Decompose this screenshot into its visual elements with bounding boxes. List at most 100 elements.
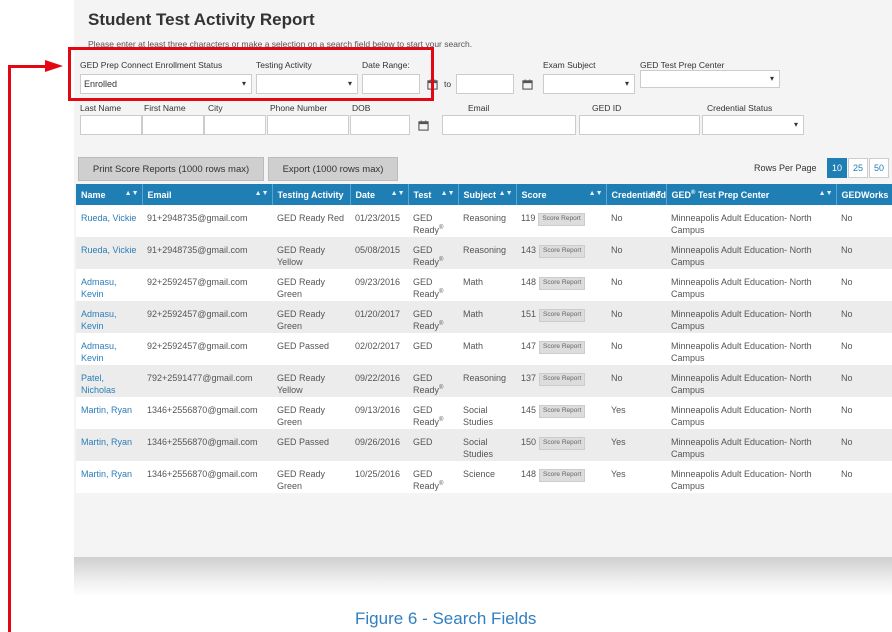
calendar-icon[interactable] [517, 74, 537, 94]
page-title: Student Test Activity Report [88, 10, 315, 29]
cell-test-prep-center: Minneapolis Adult Education- North Campu… [666, 269, 836, 301]
col-header-label: Name [81, 189, 106, 200]
cell-test: GED Ready® [408, 237, 458, 269]
cell-credentialed: No [606, 365, 666, 397]
score-value: 145 [521, 405, 537, 415]
col-header-score[interactable]: Score ▲▼ [516, 184, 607, 205]
col-header-label: Testing Activity [277, 189, 344, 200]
cell-email: 92+2592457@gmail.com [142, 269, 272, 301]
credential-status-select[interactable]: ▾ [702, 115, 804, 135]
cell-test: GED [408, 333, 458, 365]
cell-test-label: GED Ready [413, 277, 440, 300]
col-header-name[interactable]: Name ▲▼ [76, 184, 143, 205]
table-row: Patel, Nicholas 792+2591477@gmail.com GED … [76, 365, 892, 397]
cell-test-prep-center: Minneapolis Adult Education- North Campu… [666, 333, 836, 365]
cell-test: GED Ready® [408, 397, 458, 429]
cell-gedworks: No [836, 237, 892, 269]
cell-subject: Reasoning [458, 205, 516, 237]
email-input[interactable] [442, 115, 576, 135]
col-header-label: Date [355, 189, 376, 200]
registered-mark: ® [439, 321, 444, 328]
col-header-testing-activity[interactable]: Testing Activity [272, 184, 351, 205]
cell-name[interactable]: Admasu, Kevin [76, 269, 142, 301]
exam-subject-label: Exam Subject [543, 60, 596, 70]
col-header-credentialed[interactable]: Credentialed ▲▼ [606, 184, 667, 205]
cell-test-label: GED Ready [413, 309, 440, 332]
cell-name[interactable]: Rueda, Vickie [76, 237, 142, 269]
cell-testing-activity: GED Passed [272, 333, 350, 365]
page-size-10[interactable]: 10 [827, 158, 847, 178]
phone-input[interactable] [267, 115, 349, 135]
table-row: Admasu, Kevin 92+2592457@gmail.com GED Rea… [76, 301, 892, 333]
date-to-input[interactable] [456, 74, 514, 94]
cell-gedworks: No [836, 269, 892, 301]
score-report-button[interactable]: Score Report [539, 341, 586, 354]
table-row: Admasu, Kevin 92+2592457@gmail.com GED Rea… [76, 269, 892, 301]
cell-name[interactable]: Martin, Ryan [76, 397, 142, 429]
col-header-test[interactable]: Test ▲▼ [408, 184, 459, 205]
cell-credentialed: No [606, 237, 666, 269]
sort-icon: ▲▼ [254, 190, 269, 197]
dob-input[interactable] [350, 115, 410, 135]
cell-name[interactable]: Admasu, Kevin [76, 301, 142, 333]
callout-line [8, 65, 11, 632]
col-header-label: Test [413, 189, 432, 200]
cell-subject: Reasoning [458, 365, 516, 397]
page-size-50[interactable]: 50 [869, 158, 889, 178]
registered-mark: ® [439, 289, 444, 296]
score-report-button[interactable]: Score Report [538, 213, 585, 226]
score-value: 148 [521, 469, 537, 479]
exam-subject-select[interactable]: ▾ [543, 74, 635, 94]
cell-gedworks: No [836, 365, 892, 397]
prep-center-select[interactable]: ▾ [640, 70, 780, 88]
table-row: Martin, Ryan 1346+2556870@gmail.com GED Pa… [76, 429, 892, 461]
col-header-test-prep-center[interactable]: GED® Test Prep Center ▲▼ [666, 184, 837, 205]
ged-id-input[interactable] [579, 115, 700, 135]
registered-mark: ® [439, 417, 444, 424]
cell-date: 10/25/2016 [350, 461, 408, 493]
cell-score: 119 Score Report [516, 205, 606, 237]
cell-name[interactable]: Rueda, Vickie [76, 205, 142, 237]
cell-name[interactable]: Martin, Ryan [76, 461, 142, 493]
score-report-button[interactable]: Score Report [539, 469, 586, 482]
cell-name[interactable]: Martin, Ryan [76, 429, 142, 461]
print-score-reports-button[interactable]: Print Score Reports (1000 rows max) [78, 157, 264, 181]
cell-gedworks: No [836, 429, 892, 461]
cell-subject: Reasoning [458, 237, 516, 269]
page-size-25[interactable]: 25 [848, 158, 868, 178]
cell-test-prep-center: Minneapolis Adult Education- North Campu… [666, 205, 836, 237]
export-button[interactable]: Export (1000 rows max) [268, 157, 398, 181]
cell-test-prep-center: Minneapolis Adult Education- North Campu… [666, 429, 836, 461]
score-report-button[interactable]: Score Report [539, 405, 586, 418]
cell-date: 01/23/2015 [350, 205, 408, 237]
city-input[interactable] [204, 115, 266, 135]
cell-email: 92+2592457@gmail.com [142, 333, 272, 365]
cell-name[interactable]: Admasu, Kevin [76, 333, 142, 365]
first-name-label: First Name [144, 103, 186, 113]
cell-name[interactable]: Patel, Nicholas [76, 365, 142, 397]
cell-testing-activity: GED Ready Green [272, 301, 350, 333]
cell-test-prep-center: Minneapolis Adult Education- North Campu… [666, 365, 836, 397]
last-name-input[interactable] [80, 115, 142, 135]
col-header-email[interactable]: Email ▲▼ [142, 184, 273, 205]
score-report-button[interactable]: Score Report [539, 277, 586, 290]
table-row: Martin, Ryan 1346+2556870@gmail.com GED Re… [76, 461, 892, 493]
table-row: Martin, Ryan 1346+2556870@gmail.com GED Re… [76, 397, 892, 429]
score-report-button[interactable]: Score Report [539, 373, 586, 386]
col-header-gedworks[interactable]: GEDWorks [836, 184, 892, 205]
score-report-button[interactable]: Score Report [539, 245, 586, 258]
score-report-button[interactable]: Score Report [539, 309, 586, 322]
score-report-button[interactable]: Score Report [539, 437, 586, 450]
calendar-icon[interactable] [413, 115, 433, 135]
cell-score: 150 Score Report [516, 429, 606, 461]
col-header-subject[interactable]: Subject ▲▼ [458, 184, 517, 205]
first-name-input[interactable] [142, 115, 204, 135]
score-value: 150 [521, 437, 537, 447]
cell-subject: Math [458, 333, 516, 365]
col-header-date[interactable]: Date ▲▼ [350, 184, 409, 205]
cell-subject: Science [458, 461, 516, 493]
cell-subject: Math [458, 301, 516, 333]
cell-test-prep-center: Minneapolis Adult Education- North Campu… [666, 397, 836, 429]
cell-email: 91+2948735@gmail.com [142, 205, 272, 237]
cell-date: 01/20/2017 [350, 301, 408, 333]
